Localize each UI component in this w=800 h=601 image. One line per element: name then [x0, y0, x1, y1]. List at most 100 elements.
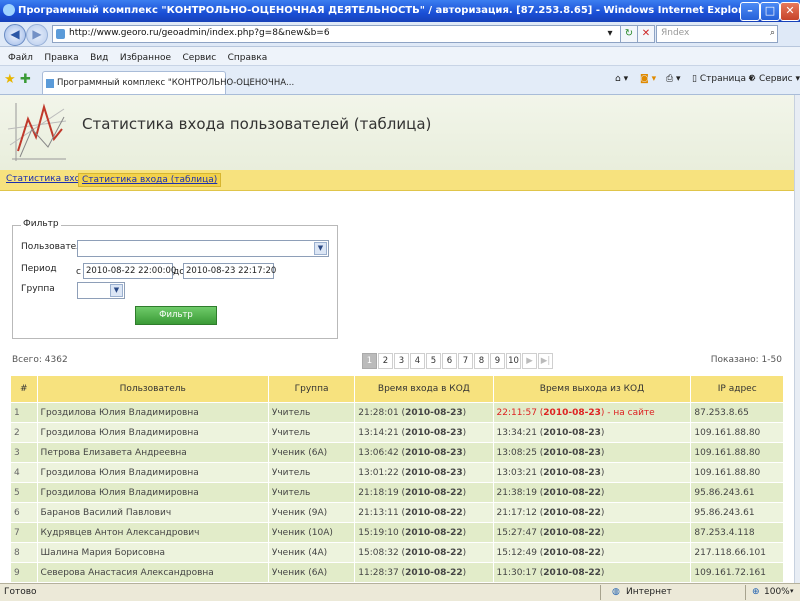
- close-icon[interactable]: ✕: [780, 2, 800, 21]
- menu-file[interactable]: Файл: [8, 53, 33, 63]
- row-number: 9: [10, 562, 38, 583]
- row-group: Учитель: [267, 482, 356, 503]
- search-input[interactable]: Яndex ⌕: [656, 25, 778, 43]
- page-link[interactable]: 5: [426, 353, 441, 369]
- minimize-icon[interactable]: –: [740, 2, 760, 21]
- page-menu[interactable]: ▯ Страница ▾: [692, 74, 753, 84]
- zoom-icon[interactable]: ⊕: [752, 587, 760, 597]
- menu-view[interactable]: Вид: [90, 53, 108, 63]
- page-link[interactable]: 10: [506, 353, 521, 369]
- row-login-date: 2010-08-22: [405, 527, 463, 538]
- row-ip: 217.118.66.101: [690, 542, 784, 563]
- chevron-down-icon[interactable]: ▼: [314, 242, 327, 255]
- table-row[interactable]: 6 Баранов Василий Павлович Ученик (9А) 21:1…: [10, 502, 784, 523]
- refresh-icon[interactable]: ↻: [620, 25, 638, 43]
- group-select[interactable]: ▼: [77, 282, 125, 299]
- stats-table: # Пользователь Группа Время входа в КОД Врем…: [10, 375, 784, 583]
- window-title-bar[interactable]: Программный комплекс "КОНТРОЛЬНО-ОЦЕНОЧН…: [0, 0, 800, 22]
- print-icon[interactable]: ⎙ ▾: [666, 74, 681, 84]
- dropdown-icon[interactable]: ▾: [602, 26, 618, 40]
- page-link[interactable]: 4: [410, 353, 425, 369]
- table-row[interactable]: 5 Гроздилова Юлия Владимировна Учитель 21:1…: [10, 482, 784, 503]
- user-select[interactable]: ▼: [77, 240, 329, 257]
- column-header[interactable]: Время выхода из КОД: [492, 375, 692, 403]
- column-header[interactable]: #: [10, 375, 38, 403]
- vertical-scrollbar[interactable]: [794, 95, 800, 583]
- status-divider: [600, 585, 601, 600]
- table-row[interactable]: 1 Гроздилова Юлия Владимировна Учитель 21:2…: [10, 402, 784, 423]
- table-row[interactable]: 7 Кудрявцев Антон Александрович Ученик (10…: [10, 522, 784, 543]
- period-from-label: с: [76, 267, 81, 277]
- column-header[interactable]: Пользователь: [36, 375, 269, 403]
- nav-login-stats-table[interactable]: Статистика входа (таблица): [78, 173, 222, 187]
- column-header[interactable]: IP адрес: [690, 375, 784, 403]
- address-url: http://www.georo.ru/geoadmin/index.php?g…: [69, 28, 330, 38]
- row-login-time: 13:06:42 (2010-08-23): [354, 442, 494, 463]
- table-row[interactable]: 4 Гроздилова Юлия Владимировна Учитель 13:0…: [10, 462, 784, 483]
- feeds-icon[interactable]: ◙ ▾: [640, 74, 656, 84]
- table-row[interactable]: 9 Северова Анастасия Александровна Ученик …: [10, 562, 784, 583]
- period-label: Период: [21, 264, 57, 274]
- globe-icon: ◍: [612, 587, 620, 597]
- search-icon[interactable]: ⌕: [770, 28, 775, 38]
- row-logout-date: 2010-08-22: [543, 507, 601, 518]
- page-link[interactable]: 1: [362, 353, 377, 369]
- row-ip: 109.161.88.80: [690, 442, 784, 463]
- column-header[interactable]: Группа: [267, 375, 356, 403]
- row-logout-date: 2010-08-22: [543, 547, 601, 558]
- menu-tools[interactable]: Сервис: [183, 53, 217, 63]
- next-page-icon[interactable]: ▶: [522, 353, 537, 369]
- add-favorite-icon[interactable]: ✚: [20, 72, 31, 87]
- row-login-time: 11:28:37 (2010-08-22): [354, 562, 494, 583]
- maximize-icon[interactable]: □: [760, 2, 780, 21]
- table-row[interactable]: 2 Гроздилова Юлия Владимировна Учитель 13:1…: [10, 422, 784, 443]
- forward-icon[interactable]: ▶: [26, 24, 48, 46]
- home-icon[interactable]: ⌂ ▾: [615, 74, 628, 84]
- row-login-time: 15:19:10 (2010-08-22): [354, 522, 494, 543]
- page-link[interactable]: 7: [458, 353, 473, 369]
- row-login-date: 2010-08-22: [405, 547, 463, 558]
- zoom-level[interactable]: 100%: [764, 587, 790, 597]
- menu-favorites[interactable]: Избранное: [120, 53, 171, 63]
- browser-tab[interactable]: Программный комплекс "КОНТРОЛЬНО-ОЦЕНОЧН…: [42, 71, 294, 94]
- page-content: Статистика входа пользователей (таблица)…: [0, 95, 794, 583]
- pagination: 1 2 3 4 5 6 7 8 9 10 ▶ ▶|: [362, 353, 554, 369]
- last-page-icon[interactable]: ▶|: [538, 353, 553, 369]
- address-bar[interactable]: http://www.georo.ru/geoadmin/index.php?g…: [52, 25, 622, 43]
- row-logout-time: 13:08:25 (2010-08-23): [492, 442, 692, 463]
- menu-help[interactable]: Справка: [228, 53, 268, 63]
- address-toolbar: ◀ ▶ http://www.georo.ru/geoadmin/index.p…: [0, 22, 800, 47]
- page-link[interactable]: 9: [490, 353, 505, 369]
- row-login-time: 21:18:19 (2010-08-22): [354, 482, 494, 503]
- row-user: Гроздилова Юлия Владимировна: [36, 422, 269, 443]
- logo-icon: [7, 103, 67, 161]
- zoom-dropdown-icon[interactable]: ▾: [790, 587, 794, 595]
- column-header[interactable]: Время входа в КОД: [354, 375, 494, 403]
- page-link[interactable]: 3: [394, 353, 409, 369]
- row-logout-time: 21:38:19 (2010-08-22): [492, 482, 692, 503]
- row-login-time: 13:01:22 (2010-08-23): [354, 462, 494, 483]
- tools-menu[interactable]: ⚙ Сервис ▾: [748, 74, 800, 84]
- row-login-date: 2010-08-23: [405, 447, 463, 458]
- sub-navigation: Статистика входа Статистика входа (табли…: [0, 170, 794, 191]
- page-link[interactable]: 6: [442, 353, 457, 369]
- row-number: 3: [10, 442, 38, 463]
- menu-edit[interactable]: Правка: [44, 53, 78, 63]
- zone-text: Интернет: [626, 587, 672, 597]
- row-group: Учитель: [267, 462, 356, 483]
- period-to-input[interactable]: 2010-08-23 22:17:20: [183, 263, 276, 279]
- row-ip: 87.253.4.118: [690, 522, 784, 543]
- row-logout-date: 2010-08-23: [543, 467, 601, 478]
- favorites-star-icon[interactable]: ★: [4, 72, 16, 87]
- period-from-input[interactable]: 2010-08-22 22:00:00: [83, 263, 176, 279]
- row-ip: 95.86.243.61: [690, 502, 784, 523]
- page-link[interactable]: 8: [474, 353, 489, 369]
- chevron-down-icon[interactable]: ▼: [110, 284, 123, 297]
- back-icon[interactable]: ◀: [4, 24, 26, 46]
- row-user: Баранов Василий Павлович: [36, 502, 269, 523]
- table-row[interactable]: 8 Шалина Мария Борисовна Ученик (4А) 15:08:…: [10, 542, 784, 563]
- filter-button[interactable]: Фильтр: [135, 306, 217, 325]
- page-link[interactable]: 2: [378, 353, 393, 369]
- stop-icon[interactable]: ✕: [637, 25, 655, 43]
- table-row[interactable]: 3 Петрова Елизавета Андреевна Ученик (6А) 1…: [10, 442, 784, 463]
